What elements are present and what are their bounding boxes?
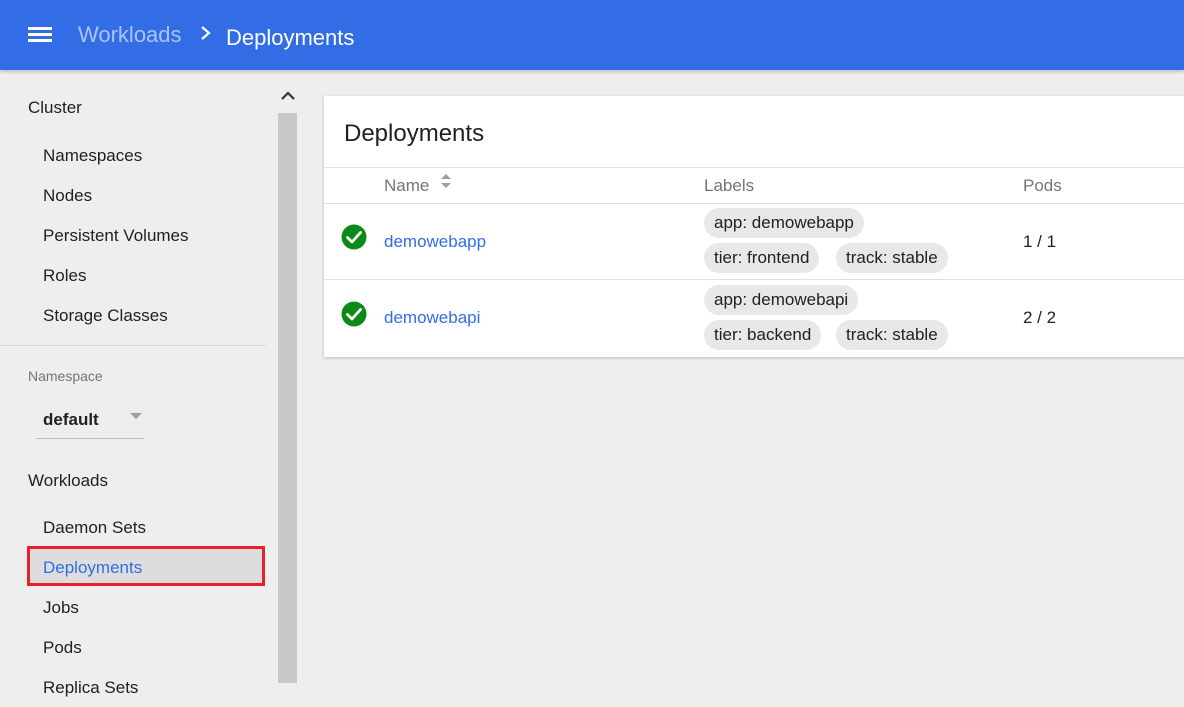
deployment-name-link[interactable]: demowebapp xyxy=(384,232,486,252)
column-header-pods: Pods xyxy=(1023,176,1062,195)
hamburger-menu-icon[interactable] xyxy=(28,25,52,45)
header-row-divider xyxy=(324,203,1184,204)
card-title: Deployments xyxy=(344,120,485,147)
label-chip: tier: frontend xyxy=(704,243,820,273)
label-chip: tier: backend xyxy=(704,320,822,350)
label-chip: app: demowebapp xyxy=(704,208,864,238)
sidebar-item-jobs[interactable]: Jobs xyxy=(43,598,79,618)
sidebar-heading-cluster[interactable]: Cluster xyxy=(28,98,82,118)
sidebar-item-pods[interactable]: Pods xyxy=(43,638,82,658)
sidebar-nav: Cluster Namespaces Nodes Persistent Volu… xyxy=(0,70,278,707)
scrollbar-thumb[interactable] xyxy=(278,113,297,683)
column-header-labels: Labels xyxy=(704,176,755,195)
breadcrumb-current: Deployments xyxy=(226,25,355,50)
header-divider xyxy=(324,167,1184,168)
label-chip: app: demowebapi xyxy=(704,285,859,315)
sidebar-item-storage-classes[interactable]: Storage Classes xyxy=(43,306,168,326)
sidebar-divider xyxy=(0,345,266,346)
sort-icon[interactable] xyxy=(440,172,452,190)
sidebar-item-roles[interactable]: Roles xyxy=(43,266,86,286)
label-chip: track: stable xyxy=(836,243,948,273)
chevron-right-icon xyxy=(201,26,211,40)
check-circle-icon xyxy=(341,224,367,250)
namespace-select[interactable]: default xyxy=(36,402,144,439)
sidebar-item-replica-sets[interactable]: Replica Sets xyxy=(43,678,138,698)
namespace-value: default xyxy=(43,410,99,429)
row-divider xyxy=(324,279,1184,280)
sidebar-item-daemon-sets[interactable]: Daemon Sets xyxy=(43,518,146,538)
label-chip: track: stable xyxy=(836,320,948,350)
deployments-card: Deployments Name Labels Pods demowebapp … xyxy=(324,96,1184,357)
pods-count: 1 / 1 xyxy=(1023,232,1057,251)
check-circle-icon xyxy=(341,301,367,327)
pods-count: 2 / 2 xyxy=(1023,308,1057,327)
namespace-label: Namespace xyxy=(28,368,103,384)
deployment-name-link[interactable]: demowebapi xyxy=(384,308,480,328)
breadcrumb-workloads[interactable]: Workloads xyxy=(78,22,182,48)
top-app-bar: Workloads Deployments xyxy=(0,0,1184,70)
sidebar-item-nodes[interactable]: Nodes xyxy=(43,186,92,206)
sidebar-item-deployments[interactable]: Deployments xyxy=(43,558,142,578)
dropdown-arrow-icon xyxy=(130,413,142,419)
scroll-up-arrow-icon[interactable] xyxy=(280,88,296,104)
column-header-name[interactable]: Name xyxy=(384,176,429,196)
sidebar-item-persistent-volumes[interactable]: Persistent Volumes xyxy=(43,226,189,246)
sidebar-item-namespaces[interactable]: Namespaces xyxy=(43,146,142,166)
sidebar-heading-workloads[interactable]: Workloads xyxy=(28,471,108,491)
